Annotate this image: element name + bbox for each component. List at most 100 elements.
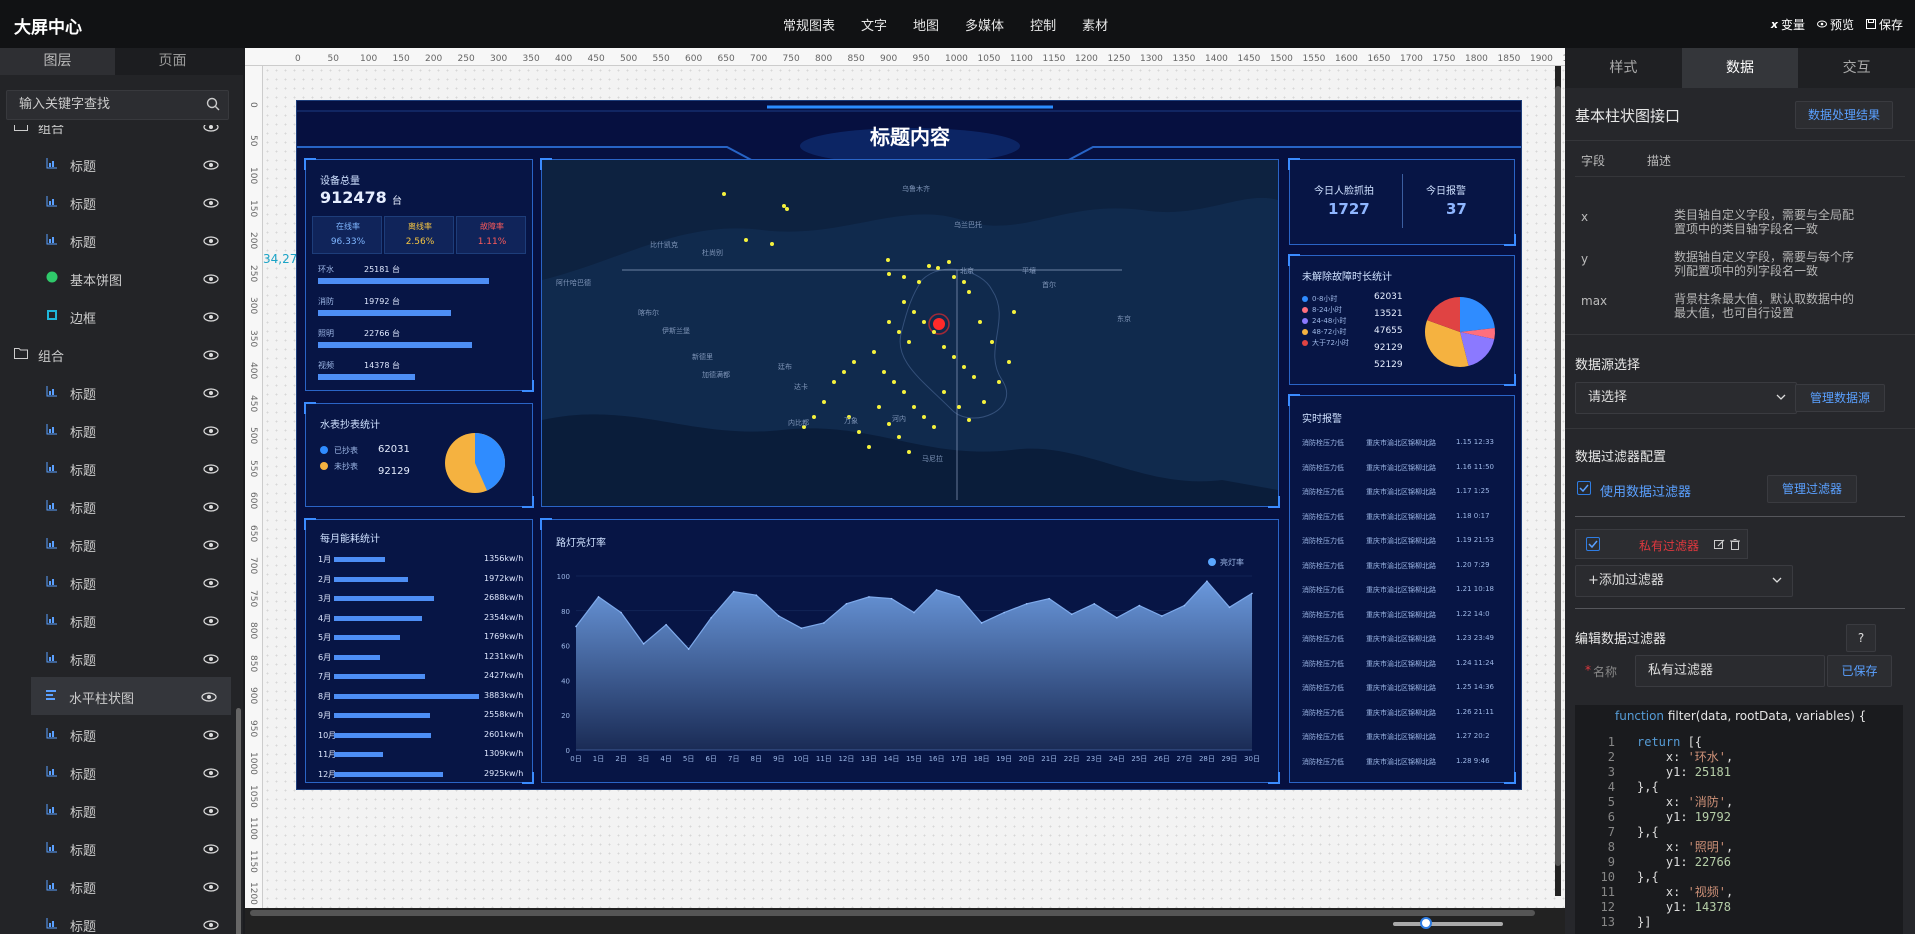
eye-icon[interactable]	[203, 919, 219, 930]
nav-item[interactable]: 控制	[1017, 15, 1069, 34]
eye-icon[interactable]	[201, 691, 217, 702]
scrollbar-thumb[interactable]	[1555, 86, 1561, 866]
layer-item[interactable]: 标题	[0, 791, 233, 829]
layer-item[interactable]: 标题	[0, 639, 233, 677]
tab-pages[interactable]: 页面	[115, 48, 230, 75]
horizontal-scrollbar[interactable]	[250, 910, 1535, 916]
private-filter-item[interactable]: 私有过滤器	[1575, 529, 1748, 559]
zoom-slider[interactable]	[1393, 922, 1503, 926]
tab-interaction[interactable]: 交互	[1798, 48, 1915, 88]
data-result-button[interactable]: 数据处理结果	[1795, 101, 1893, 129]
zoom-slider-handle[interactable]	[1420, 917, 1432, 929]
layer-item[interactable]: 标题	[0, 601, 233, 639]
map-panel[interactable]: 乌鲁木齐 比什凯克 阿什哈巴德 杜尚别 喀布尔 伊斯兰堡 新德里 加德满都 廷布 达卡 内比都 万象 河…	[540, 158, 1280, 508]
device-total-panel[interactable]: 设备总量 912478 台 在线率 96.33% 离线率 2.56% 故障率 1.11% …	[304, 158, 534, 392]
energy-panel[interactable]: 每月能耗统计 1月 1356kw/h 2月 1972kw/h 3月 2688kw/h 4月 2…	[304, 518, 534, 784]
help-button[interactable]: ?	[1846, 624, 1876, 652]
layer-item[interactable]: 标题	[0, 715, 233, 753]
scrollbar-thumb[interactable]	[236, 708, 241, 934]
use-filter-label[interactable]: 使用数据过滤器	[1600, 481, 1691, 500]
manage-datasource-button[interactable]: 管理数据源	[1795, 384, 1885, 412]
data-point	[1161, 615, 1163, 617]
layer-item[interactable]: 基本饼图	[0, 259, 233, 297]
nav-item[interactable]: 多媒体	[952, 15, 1017, 34]
eye-icon[interactable]	[203, 615, 219, 626]
eye-icon[interactable]	[203, 311, 219, 322]
layer-item[interactable]: 标题	[0, 829, 233, 867]
eye-icon[interactable]	[203, 539, 219, 550]
device-bar	[318, 374, 415, 380]
nav-item[interactable]: 素材	[1069, 15, 1121, 34]
nav-item[interactable]: 常规图表	[770, 15, 848, 34]
layer-item[interactable]: 组合	[0, 335, 233, 373]
search-icon[interactable]	[206, 97, 220, 111]
layer-item[interactable]: 标题	[0, 753, 233, 791]
eye-icon[interactable]	[203, 843, 219, 854]
layer-item[interactable]: 水平柱状图	[31, 677, 231, 715]
eye-icon[interactable]	[203, 881, 219, 892]
layer-item[interactable]: 标题	[0, 563, 233, 601]
alarm-panel[interactable]: 实时报警 消防栓压力低 重庆市渝北区锦柳北路 1.15 12:33 消防栓压力低 重庆市…	[1288, 394, 1516, 784]
eye-icon[interactable]	[203, 577, 219, 588]
saved-button[interactable]: 已保存	[1827, 655, 1892, 687]
layer-item[interactable]: 标题	[0, 373, 233, 411]
eye-icon[interactable]	[203, 349, 219, 360]
datasource-select[interactable]: 请选择	[1575, 382, 1797, 414]
layer-label: 基本饼图	[70, 274, 123, 289]
trash-icon[interactable]	[1730, 539, 1740, 550]
preview-button[interactable]: 预览	[1816, 16, 1854, 33]
eye-icon[interactable]	[203, 387, 219, 398]
layer-item[interactable]: 标题	[0, 449, 233, 487]
eye-icon[interactable]	[203, 125, 219, 132]
eye-icon[interactable]	[203, 463, 219, 474]
variables-button[interactable]: x 变量	[1771, 16, 1805, 33]
layer-item[interactable]: 标题	[0, 411, 233, 449]
eye-icon[interactable]	[203, 159, 219, 170]
eye-icon[interactable]	[203, 767, 219, 778]
private-filter-checkbox[interactable]	[1586, 537, 1600, 551]
code-text: x: '环水',	[1637, 750, 1734, 764]
filter-name-input[interactable]: 私有过滤器	[1635, 655, 1825, 687]
layer-item[interactable]: 标题	[0, 905, 233, 934]
layer-item[interactable]: 标题	[0, 221, 233, 259]
canvas-vertical-scrollbar[interactable]	[1555, 66, 1561, 896]
tab-layers[interactable]: 图层	[0, 48, 115, 75]
dashboard-canvas[interactable]: 标题内容 设备总量 912478 台 在线率 96.33% 离线率 2.56% 故障率 1…	[296, 100, 1522, 790]
ruler-tick-label: 1400	[1205, 54, 1228, 64]
tab-style[interactable]: 样式	[1565, 48, 1682, 88]
eye-icon[interactable]	[203, 197, 219, 208]
add-filter-select[interactable]: +添加过滤器	[1575, 565, 1793, 597]
search-input[interactable]: 输入关键字查找	[6, 90, 229, 120]
nav-item[interactable]: 地图	[900, 15, 952, 34]
layer-item[interactable]: 标题	[0, 183, 233, 221]
layer-item[interactable]: 组合	[0, 125, 233, 145]
nav-item[interactable]: 文字	[848, 15, 900, 34]
layer-scrollbar[interactable]	[236, 128, 241, 934]
layer-item[interactable]: 标题	[0, 867, 233, 905]
filter-config-title: 数据过滤器配置	[1575, 450, 1667, 465]
manage-filter-button[interactable]: 管理过滤器	[1767, 475, 1857, 503]
meter-panel[interactable]: 水表抄表统计 已抄表 未抄表 62031 92129	[304, 402, 534, 508]
code-editor[interactable]: function filter(data, rootData, variable…	[1575, 705, 1903, 934]
layer-item[interactable]: 边框	[0, 297, 233, 335]
eye-icon[interactable]	[203, 805, 219, 816]
eye-icon[interactable]	[203, 425, 219, 436]
kpi-panel[interactable]: 今日人脸抓拍 1727 今日报警 37	[1288, 158, 1516, 246]
layer-item[interactable]: 标题	[0, 145, 233, 183]
eye-icon[interactable]	[203, 235, 219, 246]
data-point	[687, 648, 690, 650]
fault-panel[interactable]: 未解除故障时长统计 0-8小时 8-24小时 24-48小时 48-72小时 大于72小…	[1288, 254, 1516, 386]
layer-item[interactable]: 标题	[0, 525, 233, 563]
eye-icon[interactable]	[203, 653, 219, 664]
save-button[interactable]: 保存	[1865, 16, 1903, 33]
streetlight-panel[interactable]: 路灯亮灯率 亮灯率 100 80 60 40 20 0 0日 1日 2日 3日 4日 5日 6日 7日 8日…	[540, 518, 1280, 784]
edit-icon[interactable]	[1714, 539, 1725, 550]
layer-item[interactable]: 标题	[0, 487, 233, 525]
tab-data[interactable]: 数据	[1681, 48, 1799, 88]
map-point	[770, 242, 774, 246]
use-filter-checkbox[interactable]	[1577, 481, 1591, 495]
eye-icon[interactable]	[203, 501, 219, 512]
eye-icon[interactable]	[203, 729, 219, 740]
eye-icon[interactable]	[203, 273, 219, 284]
energy-value: 2558kw/h	[484, 710, 524, 719]
